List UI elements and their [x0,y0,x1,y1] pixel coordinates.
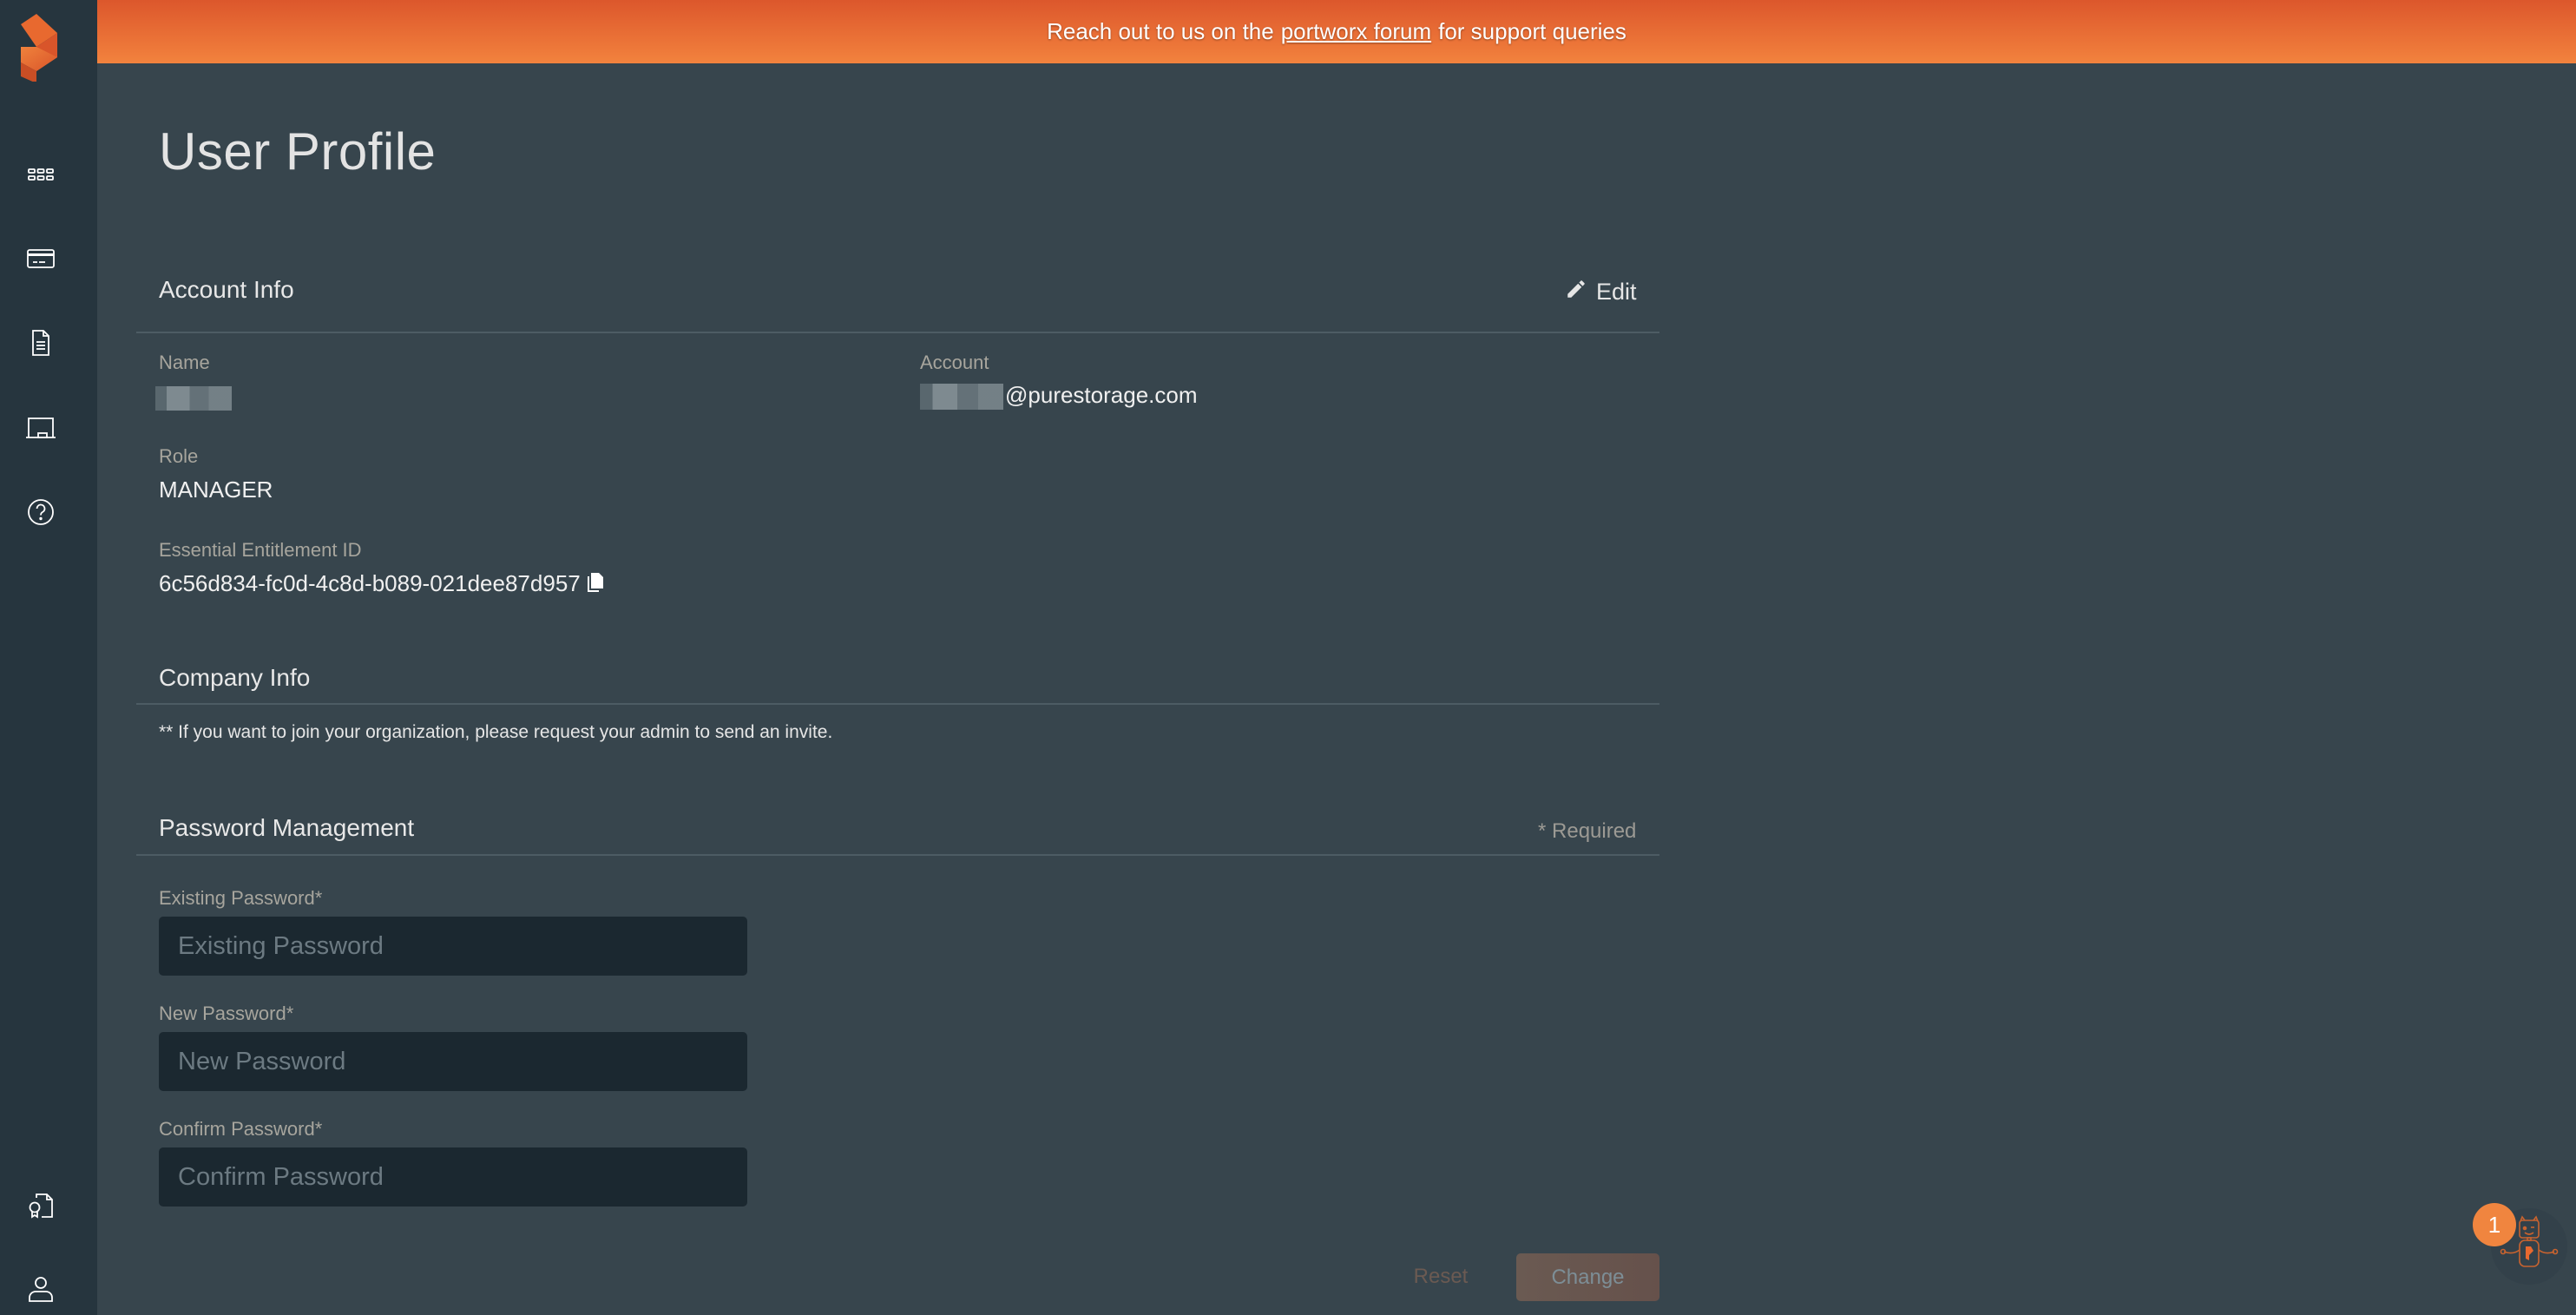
edit-label: Edit [1596,279,1637,305]
password-management-heading: Password Management [159,814,415,841]
edit-button[interactable]: Edit [1565,278,1637,306]
banner-text-prefix: Reach out to us on the [1047,18,1274,44]
password-management-divider [136,854,1659,856]
account-label: Account [920,352,989,373]
sidebar-item-profile[interactable] [23,1272,59,1309]
sidebar-item-help[interactable] [23,496,59,532]
document-icon [26,328,56,362]
new-password-label: New Password* [159,1003,294,1024]
sidebar-item-apps[interactable] [23,158,59,194]
certificate-icon [26,1191,56,1225]
sidebar [0,0,97,1315]
redacted-account-user [920,384,1003,411]
support-banner: Reach out to us on the portworx forum fo… [97,0,2576,63]
company-info-divider [136,703,1659,705]
account-domain: @purestorage.com [1005,382,1198,408]
existing-password-label: Existing Password* [159,887,323,909]
company-info-heading: Company Info [159,664,311,691]
required-note: * Required [1538,819,1637,843]
role-label: Role [159,445,199,467]
change-button[interactable]: Change [1516,1253,1659,1301]
name-label: Name [159,352,210,373]
sidebar-item-documents[interactable] [23,326,59,363]
sidebar-item-licenses[interactable] [23,1189,59,1226]
confirm-password-label: Confirm Password* [159,1118,323,1140]
entitlement-id-row: 6c56d834-fc0d-4c8d-b089-021dee87d957 [159,570,605,600]
portworx-forum-link[interactable]: portworx forum [1281,18,1431,45]
confirm-password-input[interactable] [159,1147,747,1207]
user-icon [26,1274,56,1308]
help-circle-icon [26,497,56,531]
banner-text-suffix: for support queries [1438,18,1626,44]
redacted-name [155,386,232,411]
credit-card-icon [26,244,56,278]
reset-button[interactable]: Reset [1393,1254,1488,1299]
company-info-note: ** If you want to join your organization… [159,722,833,742]
entitlement-id-label: Essential Entitlement ID [159,539,362,561]
copy-icon[interactable] [586,571,605,600]
page-title: User Profile [159,122,437,181]
name-value [155,384,232,411]
existing-password-input[interactable] [159,917,747,976]
account-info-divider [136,332,1659,333]
account-info-heading: Account Info [159,276,294,303]
presentation-board-icon [26,413,56,447]
sidebar-item-training[interactable] [23,411,59,448]
account-value: @purestorage.com [920,382,1198,411]
chat-notification-badge: 1 [2473,1203,2516,1246]
pencil-icon [1565,278,1587,306]
role-value: MANAGER [159,477,273,503]
apps-grid-icon [26,160,56,194]
portworx-logo[interactable] [19,12,62,83]
new-password-input[interactable] [159,1032,747,1091]
entitlement-id-value: 6c56d834-fc0d-4c8d-b089-021dee87d957 [159,570,581,596]
sidebar-item-billing[interactable] [23,242,59,279]
